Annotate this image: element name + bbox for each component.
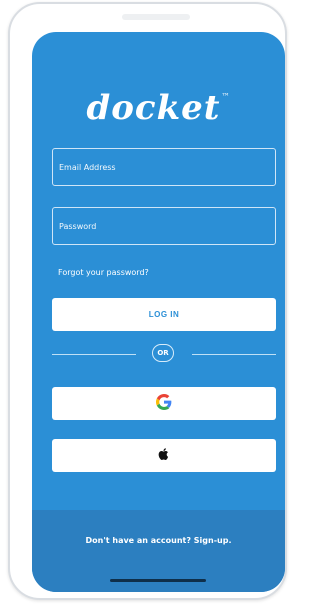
home-indicator [110, 579, 206, 582]
divider-line-right [192, 354, 276, 355]
divider-line-left [52, 354, 136, 355]
logo-text: docket [86, 88, 221, 128]
login-screen: docket™ Forgot your password? LOG IN OR [32, 32, 285, 592]
device-notch [122, 14, 190, 20]
signup-footer: Don't have an account? Sign-up. [32, 510, 285, 592]
google-signin-button[interactable] [52, 387, 276, 420]
google-icon [156, 394, 172, 413]
email-field[interactable] [52, 148, 276, 186]
login-button[interactable]: LOG IN [52, 298, 276, 331]
apple-signin-button[interactable] [52, 439, 276, 472]
trademark-mark: ™ [221, 92, 231, 101]
or-badge: OR [152, 344, 174, 362]
signup-link[interactable]: Don't have an account? Sign-up. [32, 536, 285, 545]
forgot-password-link[interactable]: Forgot your password? [58, 268, 149, 277]
app-logo: docket™ [32, 88, 285, 128]
password-field[interactable] [52, 207, 276, 245]
phone-frame: docket™ Forgot your password? LOG IN OR [8, 2, 287, 600]
apple-icon [157, 446, 171, 465]
or-divider: OR [52, 344, 276, 364]
